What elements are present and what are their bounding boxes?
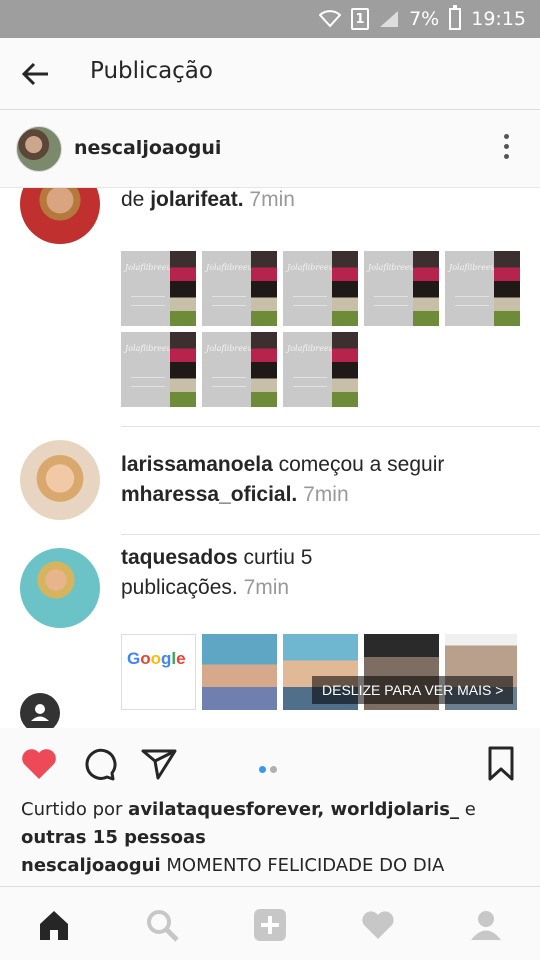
battery-icon — [449, 5, 462, 30]
post-caption: nescaljoaogui MOMENTO FELICIDADE DO DIA — [21, 852, 521, 880]
caption-text: MOMENTO FELICIDADE DO DIA — [166, 855, 445, 876]
status-icons: 1 7% 19:15 — [319, 0, 526, 38]
notification-text: larissamanoela começou a seguir mharessa… — [121, 453, 445, 506]
google-logo: Google — [127, 649, 186, 668]
top-app-bar: Publicação — [0, 38, 540, 110]
thumbnail: Jolaflibreeu — [283, 332, 358, 407]
page-title: Publicação — [90, 58, 213, 84]
status-bar: 1 7% 19:15 — [0, 0, 540, 38]
notification-avatar — [20, 188, 100, 244]
swipe-hint: DESLIZE PARA VER MAIS > — [312, 676, 514, 704]
battery-percent: 7% — [409, 8, 440, 30]
caption-username[interactable]: nescaljoaogui — [21, 855, 161, 876]
thumbnail: Jolaflibreeu — [121, 332, 196, 407]
comment-icon[interactable] — [79, 744, 119, 784]
notification-text: taquesados curtiu 5 publicações. 7min — [121, 546, 313, 599]
likes-summary[interactable]: Curtido por avilataquesforever, worldjol… — [21, 796, 521, 852]
more-options-icon[interactable] — [502, 134, 510, 162]
thumbnail: Jolaflibreeu — [445, 251, 520, 326]
post-image[interactable]: de jolarifeat. 7min Jolaflibreeu Jolafli… — [0, 188, 540, 728]
bottom-navigation — [0, 886, 540, 960]
thumbnail: Jolaflibreeu — [121, 251, 196, 326]
thumbnail: Jolaflibreeu — [283, 251, 358, 326]
direct-icon[interactable] — [139, 744, 179, 784]
post-header: nescaljoaogui — [0, 110, 540, 188]
post-owner-username[interactable]: nescaljoaogui — [74, 137, 221, 159]
clock: 19:15 — [471, 8, 526, 30]
notification-avatar — [20, 440, 100, 520]
divider — [121, 426, 540, 427]
avatar[interactable] — [16, 126, 62, 172]
divider — [121, 534, 540, 535]
add-post-icon[interactable] — [252, 907, 288, 943]
sim-icon: 1 — [351, 8, 370, 30]
notification-text: de jolarifeat. 7min — [121, 188, 295, 211]
post-actions — [0, 728, 540, 798]
thumbnail: Jolaflibreeu — [364, 251, 439, 326]
activity-heart-icon[interactable] — [360, 907, 396, 943]
thumbnail: Google — [121, 634, 196, 710]
search-icon[interactable] — [144, 907, 180, 943]
carousel-indicator — [259, 758, 281, 773]
back-arrow-icon[interactable] — [20, 58, 52, 90]
thumbnail: Jolaflibreeu — [202, 251, 277, 326]
wifi-icon — [319, 10, 342, 28]
thumbnail: Jolaflibreeu — [202, 332, 277, 407]
profile-icon[interactable] — [468, 907, 504, 943]
home-icon[interactable] — [36, 907, 72, 943]
bookmark-icon[interactable] — [481, 744, 521, 784]
heart-icon[interactable] — [19, 744, 59, 784]
person-icon — [20, 693, 60, 728]
notification-avatar — [20, 548, 100, 628]
thumbnail — [202, 634, 277, 710]
signal-icon — [380, 11, 399, 27]
